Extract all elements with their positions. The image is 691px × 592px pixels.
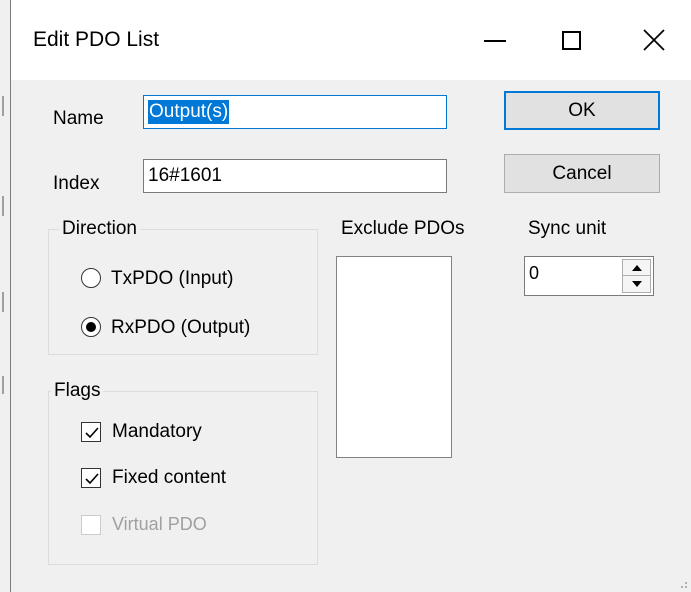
exclude-pdos-listbox[interactable] (336, 256, 452, 458)
spin-down-button[interactable] (623, 276, 650, 292)
edge-tick (2, 96, 4, 116)
fixed-content-checkbox[interactable] (81, 468, 101, 488)
fixed-content-checkbox-label[interactable]: Fixed content (112, 467, 226, 489)
ok-button[interactable]: OK (504, 91, 660, 130)
spin-up-button[interactable] (623, 260, 650, 276)
edge-tick (2, 292, 4, 312)
txpdo-radio-label[interactable]: TxPDO (Input) (111, 268, 233, 290)
edit-pdo-list-dialog: Edit PDO List Name Output(s) Index 16#16… (10, 0, 691, 592)
close-icon (643, 29, 665, 51)
maximize-icon (561, 30, 581, 50)
flags-group-title: Flags (51, 380, 104, 402)
checkmark-icon (85, 473, 99, 485)
virtual-pdo-checkbox-label: Virtual PDO (112, 514, 207, 534)
index-input[interactable]: 16#1601 (143, 159, 447, 193)
sync-unit-value: 0 (529, 263, 540, 283)
rxpdo-radio[interactable] (81, 317, 101, 337)
maximize-button[interactable] (531, 0, 611, 80)
resize-grip-icon[interactable] (678, 579, 688, 589)
edge-tick (2, 196, 4, 216)
arrow-up-icon (631, 264, 642, 271)
name-input-value: Output(s) (148, 100, 230, 124)
edge-tick (2, 376, 4, 394)
checkmark-icon (85, 427, 99, 439)
rxpdo-radio-label[interactable]: RxPDO (Output) (111, 317, 250, 339)
minimize-button[interactable] (455, 0, 535, 80)
mandatory-checkbox[interactable] (81, 422, 101, 442)
index-label: Index (53, 173, 100, 194)
exclude-pdos-label: Exclude PDOs (341, 218, 465, 239)
cancel-button[interactable]: Cancel (504, 154, 660, 193)
window-title: Edit PDO List (33, 28, 160, 51)
name-label: Name (53, 108, 104, 129)
virtual-pdo-checkbox (81, 515, 101, 535)
sync-unit-label: Sync unit (528, 218, 607, 239)
txpdo-radio[interactable] (81, 268, 101, 288)
name-input[interactable]: Output(s) (143, 95, 447, 129)
close-button[interactable] (614, 0, 691, 80)
title-bar[interactable]: Edit PDO List (11, 0, 691, 80)
minimize-icon (484, 40, 506, 42)
mandatory-checkbox-label[interactable]: Mandatory (112, 421, 202, 443)
ok-button-label: OK (568, 100, 596, 121)
arrow-down-icon (631, 281, 642, 287)
direction-group-title: Direction (59, 218, 140, 240)
sync-unit-spinner[interactable] (622, 259, 651, 293)
cancel-button-label: Cancel (552, 163, 612, 184)
background-window-edge (0, 0, 10, 592)
index-input-value: 16#1601 (148, 165, 222, 186)
